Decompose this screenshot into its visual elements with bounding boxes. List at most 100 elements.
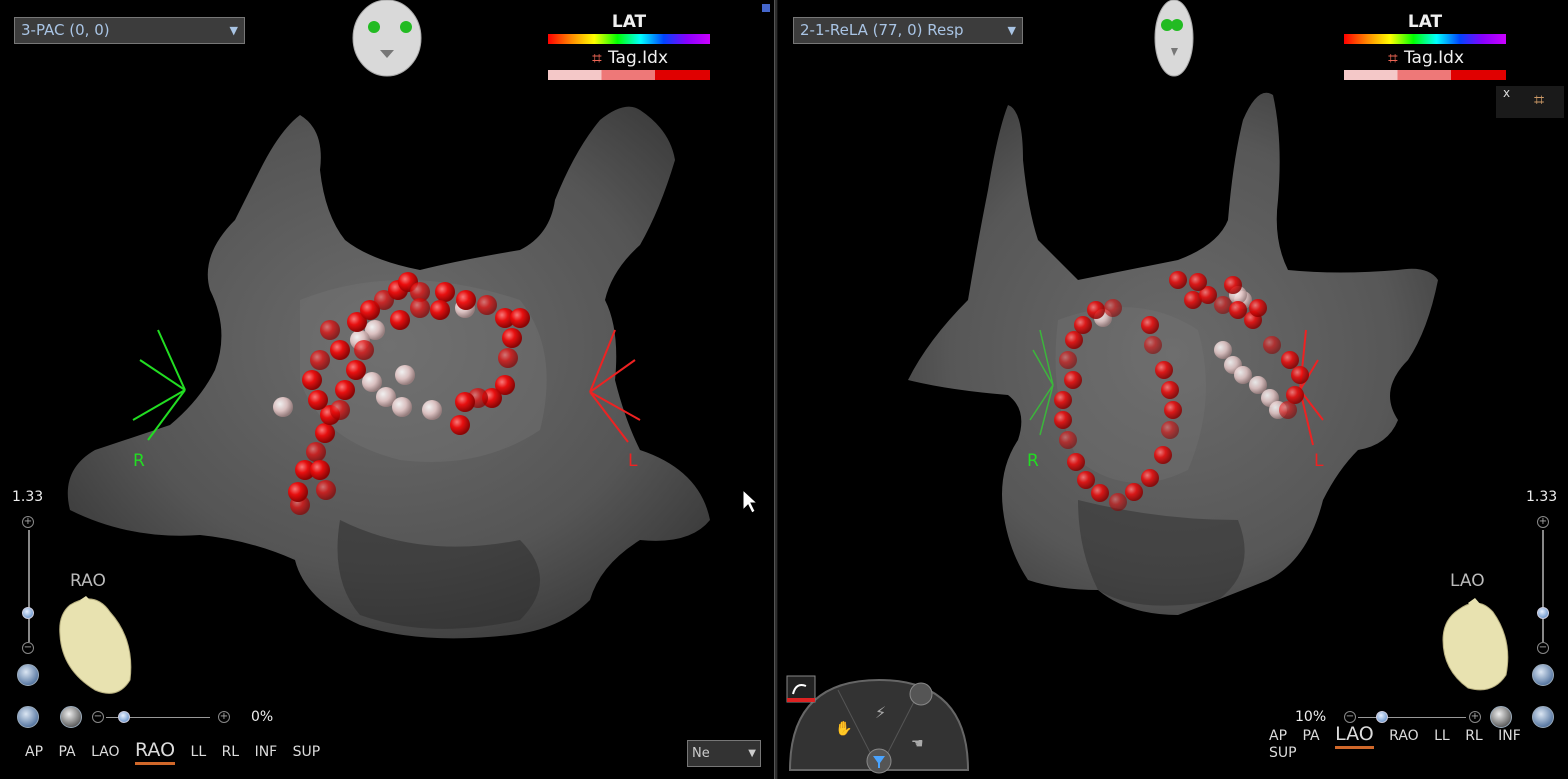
ablation-tag-sphere — [335, 380, 355, 400]
view-button-rl[interactable]: RL — [222, 744, 240, 760]
view-button-pa[interactable]: PA — [1302, 728, 1319, 744]
axis-label-right: R — [133, 451, 145, 471]
ablation-tag-sphere — [273, 397, 293, 417]
zoom-out-icon[interactable]: − — [22, 642, 34, 654]
ablation-tag-sphere — [1059, 351, 1077, 369]
ablation-tag-sphere — [1234, 366, 1252, 384]
opacity-plus-icon[interactable]: + — [1469, 711, 1481, 723]
ablation-tag-sphere — [354, 340, 374, 360]
right-map-view[interactable]: ✋ ⚡ ☚ 2-1-ReLA (77, 0) Resp ▼ LAT ⌗ Tag.I… — [778, 0, 1568, 779]
view-button-sup[interactable]: SUP — [293, 744, 321, 760]
view-button-rao[interactable]: RAO — [1389, 728, 1419, 744]
ablation-tag-sphere — [1065, 331, 1083, 349]
transparency-icon[interactable] — [60, 706, 82, 728]
face-orientation-icon — [1154, 0, 1194, 77]
ablation-tag-sphere — [308, 390, 328, 410]
legend-title: LAT — [611, 12, 647, 32]
magic-wand-icon[interactable]: ⚡ — [875, 703, 886, 722]
tag-legend-label: Tag.Idx — [607, 48, 669, 68]
map-select-value: 2-1-ReLA (77, 0) Resp — [800, 21, 964, 39]
ablation-tag-sphere — [1144, 336, 1162, 354]
view-button-rao[interactable]: RAO — [135, 739, 176, 765]
ablation-tag-sphere — [310, 350, 330, 370]
map-select-dropdown[interactable]: 2-1-ReLA (77, 0) Resp ▼ — [793, 17, 1023, 44]
ablation-tag-sphere — [477, 295, 497, 315]
right-3d-map[interactable]: ✋ ⚡ ☚ — [778, 0, 1568, 779]
ablation-tag-sphere — [1087, 301, 1105, 319]
chevron-down-icon: ▼ — [229, 24, 238, 37]
ablation-tag-sphere — [510, 308, 530, 328]
zoom-level: 1.33 — [1526, 489, 1558, 505]
opacity-minus-icon[interactable]: − — [92, 711, 104, 723]
tag-toolbox[interactable]: x ⌗ — [1496, 86, 1564, 118]
ablation-tag-sphere — [1281, 351, 1299, 369]
view-button-inf[interactable]: INF — [1498, 728, 1521, 744]
zoom-slider-track[interactable] — [1542, 530, 1544, 642]
ablation-tag-sphere — [330, 340, 350, 360]
ablation-tag-sphere — [1249, 299, 1267, 317]
zoom-slider-handle[interactable] — [1537, 607, 1549, 619]
ablation-tag-sphere — [1064, 371, 1082, 389]
ablation-tag-sphere — [502, 328, 522, 348]
opacity-percent: 0% — [251, 709, 274, 725]
ablation-tag-sphere — [1263, 336, 1281, 354]
zoom-in-icon[interactable]: + — [1537, 516, 1549, 528]
opacity-slider-track[interactable] — [1358, 717, 1466, 718]
heart-view-icon[interactable] — [1532, 664, 1554, 686]
ablation-tag-sphere — [1077, 471, 1095, 489]
ablation-tag-sphere — [455, 392, 475, 412]
left-map-view[interactable]: 3-PAC (0, 0) ▼ LAT ⌗ Tag.Idx R L 1.33 + −… — [0, 0, 774, 779]
lat-color-bar — [548, 34, 710, 44]
ablation-tag-sphere — [1059, 431, 1077, 449]
view-button-inf[interactable]: INF — [255, 744, 278, 760]
pane-maximize-icon[interactable] — [762, 4, 770, 12]
opacity-slider-handle[interactable] — [1376, 711, 1388, 723]
view-button-rl[interactable]: RL — [1465, 728, 1483, 744]
mini-select-dropdown[interactable]: Ne ▼ — [687, 740, 761, 767]
opacity-minus-icon[interactable]: − — [1344, 711, 1356, 723]
rotate-view-icon[interactable] — [17, 706, 39, 728]
ablation-tag-sphere — [362, 372, 382, 392]
map-select-value: 3-PAC (0, 0) — [21, 21, 110, 39]
view-button-ll[interactable]: LL — [1434, 728, 1450, 744]
tag-color-bar — [1344, 70, 1506, 80]
left-3d-map[interactable] — [0, 0, 774, 779]
lat-legend: LAT ⌗ Tag.Idx — [1344, 12, 1506, 80]
view-button-lao[interactable]: LAO — [91, 744, 119, 760]
tag-settings-icon[interactable]: ⌗ — [1534, 90, 1544, 111]
view-button-ap[interactable]: AP — [25, 744, 43, 760]
ablation-tag-sphere — [1109, 493, 1127, 511]
ablation-tag-sphere — [430, 300, 450, 320]
tag-color-bar — [548, 70, 710, 80]
zoom-slider-handle[interactable] — [22, 607, 34, 619]
tag-legend-row: ⌗ Tag.Idx — [1344, 48, 1506, 70]
zoom-slider-track[interactable] — [28, 530, 30, 642]
ablation-tag-sphere — [310, 460, 330, 480]
view-button-ap[interactable]: AP — [1269, 728, 1287, 744]
map-select-dropdown[interactable]: 3-PAC (0, 0) ▼ — [14, 17, 245, 44]
tag-legend-label: Tag.Idx — [1403, 48, 1465, 68]
view-button-pa[interactable]: PA — [58, 744, 75, 760]
view-button-lao[interactable]: LAO — [1335, 723, 1374, 749]
ablation-tag-sphere — [1067, 453, 1085, 471]
ablation-tag-sphere — [330, 400, 350, 420]
hand-add-icon[interactable]: ✋ — [835, 720, 852, 737]
zoom-in-icon[interactable]: + — [22, 516, 34, 528]
opacity-slider-handle[interactable] — [118, 711, 130, 723]
face-orientation-icon — [352, 0, 422, 77]
ablation-tag-sphere — [1155, 361, 1173, 379]
close-icon[interactable]: x — [1503, 86, 1510, 100]
heart-view-icon[interactable] — [17, 664, 39, 686]
ablation-tag-sphere — [1104, 299, 1122, 317]
view-button-ll[interactable]: LL — [191, 744, 207, 760]
ablation-tag-sphere — [1154, 446, 1172, 464]
ablation-tag-sphere — [410, 298, 430, 318]
view-buttons: AP PA LAO RAO LL RL INF SUP — [25, 739, 331, 765]
view-button-sup[interactable]: SUP — [1269, 745, 1297, 761]
tool-dial[interactable] — [786, 675, 970, 774]
zoom-out-icon[interactable]: − — [1537, 642, 1549, 654]
hand-tool-icon[interactable]: ☚ — [911, 736, 924, 752]
ablation-tag-sphere — [1164, 401, 1182, 419]
opacity-plus-icon[interactable]: + — [218, 711, 230, 723]
ablation-tag-sphere — [456, 290, 476, 310]
